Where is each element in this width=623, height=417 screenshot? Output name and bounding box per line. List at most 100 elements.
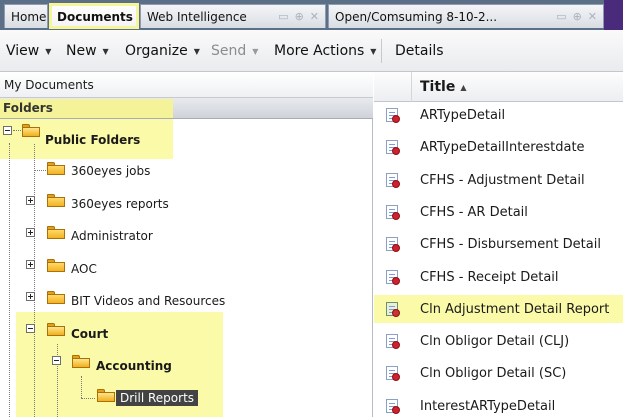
my-documents-label: My Documents: [4, 78, 94, 92]
tree-line: [81, 398, 95, 399]
restore-icon[interactable]: ▭: [556, 10, 566, 23]
organize-menu-button[interactable]: Organize ▼: [125, 43, 200, 59]
more-actions-label: More Actions: [274, 43, 365, 59]
tab-documents[interactable]: Documents: [49, 3, 139, 29]
document-title[interactable]: InterestARTypeDetail: [420, 399, 555, 414]
title-column-label: Title: [420, 79, 456, 95]
send-menu-button[interactable]: Send ▼: [211, 43, 258, 59]
folder-icon: [47, 162, 65, 175]
webi-document-icon: [386, 140, 400, 156]
tree-node-public-folders[interactable]: Public Folders: [45, 133, 140, 147]
tree-line: [34, 170, 46, 171]
folder-open-icon: [22, 124, 40, 137]
tree-node-accounting[interactable]: Accounting: [96, 359, 172, 373]
document-title[interactable]: Cln Obligor Detail (SC): [420, 366, 566, 381]
document-row[interactable]: CFHS - Adjustment Detail: [374, 166, 623, 194]
toolbar-divider: [381, 39, 382, 63]
dropdown-arrow-icon: ▼: [252, 46, 259, 56]
folder-icon: [47, 291, 65, 304]
expand-administrator-toggle[interactable]: [26, 228, 35, 237]
webi-document-icon: [386, 204, 400, 221]
send-label: Send: [211, 43, 247, 59]
tree-node-court[interactable]: Court: [71, 327, 108, 341]
document-row[interactable]: ARTypeDetailInterestdate: [374, 133, 623, 161]
folder-open-icon: [97, 389, 115, 402]
document-title[interactable]: CFHS - Receipt Detail: [420, 270, 559, 285]
tree-node-bit-videos[interactable]: BIT Videos and Resources: [71, 294, 225, 308]
pin-icon[interactable]: ⊕: [295, 10, 304, 23]
webi-document-icon: [386, 334, 400, 350]
tab-home[interactable]: Home: [4, 4, 48, 28]
document-row[interactable]: Cln Obligor Detail (SC): [374, 359, 623, 387]
tree-node-aoc[interactable]: AOC: [71, 262, 97, 276]
expand-aoc-toggle[interactable]: [26, 260, 35, 269]
dropdown-arrow-icon: ▼: [102, 46, 109, 56]
tab-web-intelligence-label: Web Intelligence: [147, 9, 247, 24]
expand-360eyes-reports-toggle[interactable]: [26, 196, 35, 205]
organize-label: Organize: [125, 43, 188, 59]
document-title[interactable]: CFHS - Disbursement Detail: [420, 237, 601, 252]
collapse-court-toggle[interactable]: [26, 324, 35, 333]
dropdown-arrow-icon: ▼: [193, 46, 200, 56]
folder-icon: [47, 226, 65, 239]
new-menu-button[interactable]: New ▼: [66, 43, 109, 59]
view-menu-button[interactable]: View ▼: [6, 43, 51, 59]
collapse-accounting-toggle[interactable]: [52, 356, 61, 365]
tree-line: [81, 376, 82, 398]
tab-web-intelligence[interactable]: Web Intelligence ▭ ⊕ ✕: [140, 4, 326, 28]
folders-header-label: Folders: [3, 101, 53, 115]
tab-home-label: Home: [11, 9, 47, 24]
webi-document-icon: [386, 366, 400, 382]
type-column-header[interactable]: [374, 72, 412, 102]
dropdown-arrow-icon: ▼: [370, 46, 377, 56]
document-row[interactable]: CFHS - Receipt Detail: [374, 263, 623, 291]
document-list-pane: Title ▲ ARTypeDetail ARTypeDetailInterest…: [374, 72, 623, 417]
webi-document-icon: [386, 237, 400, 253]
tree-node-drill-reports[interactable]: Drill Reports: [116, 390, 199, 406]
collapse-public-folders-toggle[interactable]: [3, 126, 12, 135]
expand-bit-videos-toggle[interactable]: [26, 292, 35, 301]
webi-document-icon: [386, 108, 400, 124]
folder-open-icon: [47, 323, 65, 336]
folder-icon: [47, 259, 65, 272]
details-button[interactable]: Details: [395, 43, 444, 59]
dropdown-arrow-icon: ▼: [45, 46, 52, 56]
tree-node-360eyes-reports[interactable]: 360eyes reports: [71, 197, 169, 211]
webi-document-icon: [386, 269, 400, 286]
tab-open-document[interactable]: Open/Comsuming 8-10-2... ▭ ⊕ ✕: [328, 4, 604, 28]
document-title[interactable]: Cln Obligor Detail (CLJ): [420, 334, 569, 349]
document-row[interactable]: CFHS - AR Detail: [374, 198, 623, 226]
tab-documents-label: Documents: [57, 9, 133, 24]
close-icon[interactable]: ✕: [588, 10, 597, 23]
document-title[interactable]: CFHS - AR Detail: [420, 205, 528, 220]
tab-strip-overflow: [604, 0, 623, 30]
tree-line: [13, 130, 21, 131]
document-row[interactable]: Cln Adjustment Detail Report: [374, 294, 623, 323]
new-label: New: [66, 43, 97, 59]
folder-open-icon: [72, 355, 90, 368]
more-actions-menu-button[interactable]: More Actions ▼: [274, 43, 376, 59]
document-row[interactable]: InterestARTypeDetail: [374, 392, 623, 417]
tab-open-document-label: Open/Comsuming 8-10-2...: [335, 9, 498, 24]
folders-header[interactable]: Folders: [0, 98, 373, 119]
title-column-header[interactable]: Title ▲: [420, 79, 467, 95]
pin-icon[interactable]: ⊕: [573, 10, 582, 23]
my-documents-header[interactable]: My Documents: [0, 72, 373, 98]
webi-document-icon: [386, 301, 400, 318]
folder-icon: [47, 194, 65, 207]
document-row[interactable]: Cln Obligor Detail (CLJ): [374, 327, 623, 355]
document-title[interactable]: ARTypeDetail: [420, 108, 505, 123]
tree-line: [34, 144, 35, 417]
document-row[interactable]: CFHS - Disbursement Detail: [374, 230, 623, 258]
toolbar: View ▼ New ▼ Organize ▼ Send ▼ More Acti…: [0, 30, 623, 72]
document-title[interactable]: Cln Adjustment Detail Report: [420, 302, 609, 317]
document-title[interactable]: CFHS - Adjustment Detail: [420, 173, 585, 188]
close-icon[interactable]: ✕: [310, 10, 319, 23]
webi-document-icon: [386, 398, 400, 415]
tree-node-administrator[interactable]: Administrator: [71, 229, 153, 243]
tree-line: [9, 143, 10, 417]
restore-icon[interactable]: ▭: [278, 10, 288, 23]
tree-node-360eyes-jobs[interactable]: 360eyes jobs: [71, 164, 150, 178]
document-title[interactable]: ARTypeDetailInterestdate: [420, 140, 585, 155]
document-row[interactable]: ARTypeDetail: [374, 101, 623, 129]
